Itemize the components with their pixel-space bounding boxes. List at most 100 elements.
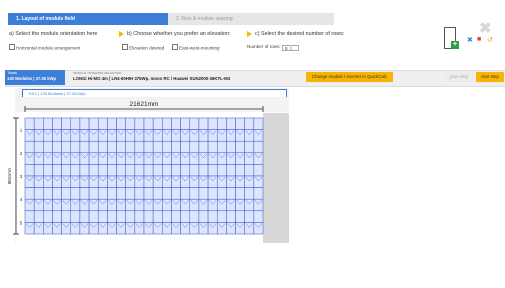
module-panel[interactable] xyxy=(235,164,245,177)
module-panel[interactable] xyxy=(134,198,145,212)
module-panel[interactable] xyxy=(253,222,264,235)
module-panel[interactable] xyxy=(97,187,108,200)
module-panel[interactable] xyxy=(226,140,236,154)
module-panel[interactable] xyxy=(162,175,172,188)
module-panel[interactable] xyxy=(70,210,81,223)
module-panel[interactable] xyxy=(207,175,218,188)
module-panel[interactable] xyxy=(33,198,44,212)
module-panel[interactable] xyxy=(216,222,227,235)
module-panel[interactable] xyxy=(143,187,154,200)
module-panel[interactable] xyxy=(125,175,136,188)
module-panel[interactable] xyxy=(134,222,145,235)
module-panel[interactable] xyxy=(180,117,191,130)
module-panel[interactable] xyxy=(244,187,255,200)
module-panel[interactable] xyxy=(162,210,172,223)
module-panel[interactable] xyxy=(43,129,53,142)
module-panel[interactable] xyxy=(244,175,255,188)
module-panel[interactable] xyxy=(152,129,163,142)
module-panel[interactable] xyxy=(61,117,72,130)
module-panel[interactable] xyxy=(88,140,99,154)
module-panel[interactable] xyxy=(162,187,172,200)
module-panel[interactable] xyxy=(253,175,264,188)
module-panel[interactable] xyxy=(116,175,126,188)
module-panel[interactable] xyxy=(152,222,163,235)
module-panel[interactable] xyxy=(116,222,126,235)
module-panel[interactable] xyxy=(143,140,154,154)
module-panel[interactable] xyxy=(88,222,99,235)
module-panel[interactable] xyxy=(134,187,145,200)
module-panel[interactable] xyxy=(24,222,35,235)
module-panel[interactable] xyxy=(134,129,145,142)
module-panel[interactable] xyxy=(107,152,117,165)
module-panel[interactable] xyxy=(79,210,90,223)
module-panel[interactable] xyxy=(226,129,236,142)
module-panel[interactable] xyxy=(116,164,126,177)
module-panel[interactable] xyxy=(125,117,136,130)
module-panel[interactable] xyxy=(43,164,53,177)
module-panel[interactable] xyxy=(33,129,44,142)
module-panel[interactable] xyxy=(125,129,136,142)
module-panel[interactable] xyxy=(33,210,44,223)
module-panel[interactable] xyxy=(216,152,227,165)
module-panel[interactable] xyxy=(171,164,181,177)
module-panel[interactable] xyxy=(79,164,90,177)
module-panel[interactable] xyxy=(107,129,117,142)
module-panel[interactable] xyxy=(171,152,181,165)
module-panel[interactable] xyxy=(207,222,218,235)
module-panel[interactable] xyxy=(143,210,154,223)
module-panel[interactable] xyxy=(216,164,227,177)
module-panel[interactable] xyxy=(152,187,163,200)
module-panel[interactable] xyxy=(189,152,200,165)
module-panel[interactable] xyxy=(33,117,44,130)
module-panel[interactable] xyxy=(134,164,145,177)
module-panel[interactable] xyxy=(70,187,81,200)
module-panel[interactable] xyxy=(97,210,108,223)
module-panel[interactable] xyxy=(162,198,172,212)
module-panel[interactable] xyxy=(189,117,200,130)
module-panel[interactable] xyxy=(97,129,108,142)
module-panel[interactable] xyxy=(162,222,172,235)
module-panel[interactable] xyxy=(70,117,81,130)
module-panel[interactable] xyxy=(235,117,245,130)
module-panel[interactable] xyxy=(33,187,44,200)
module-panel[interactable] xyxy=(33,140,44,154)
module-panel[interactable] xyxy=(180,164,191,177)
module-panel[interactable] xyxy=(180,129,191,142)
module-panel[interactable] xyxy=(216,117,227,130)
module-panel[interactable] xyxy=(189,210,200,223)
module-panel[interactable] xyxy=(253,210,264,223)
module-panel[interactable] xyxy=(107,140,117,154)
module-panel[interactable] xyxy=(180,187,191,200)
module-panel[interactable] xyxy=(52,129,62,142)
module-panel[interactable] xyxy=(198,140,209,154)
module-panel[interactable] xyxy=(216,175,227,188)
module-panel[interactable] xyxy=(189,198,200,212)
module-panel[interactable] xyxy=(207,117,218,130)
module-panel[interactable] xyxy=(70,152,81,165)
module-panel[interactable] xyxy=(162,140,172,154)
module-panel[interactable] xyxy=(171,210,181,223)
module-panel[interactable] xyxy=(152,175,163,188)
module-panel[interactable] xyxy=(226,222,236,235)
module-panel[interactable] xyxy=(52,117,62,130)
module-panel[interactable] xyxy=(235,140,245,154)
module-panel[interactable] xyxy=(88,129,99,142)
module-panel[interactable] xyxy=(171,175,181,188)
module-panel[interactable] xyxy=(61,129,72,142)
module-panel[interactable] xyxy=(235,129,245,142)
module-panel[interactable] xyxy=(189,129,200,142)
module-panel[interactable] xyxy=(198,187,209,200)
module-panel[interactable] xyxy=(198,198,209,212)
module-panel[interactable] xyxy=(143,175,154,188)
module-panel[interactable] xyxy=(70,164,81,177)
module-panel[interactable] xyxy=(189,164,200,177)
module-panel[interactable] xyxy=(79,140,90,154)
module-panel[interactable] xyxy=(244,140,255,154)
module-panel[interactable] xyxy=(79,198,90,212)
module-panel[interactable] xyxy=(70,129,81,142)
module-panel[interactable] xyxy=(33,164,44,177)
module-panel[interactable] xyxy=(97,164,108,177)
module-panel[interactable] xyxy=(43,187,53,200)
module-panel[interactable] xyxy=(226,117,236,130)
module-panel[interactable] xyxy=(70,198,81,212)
